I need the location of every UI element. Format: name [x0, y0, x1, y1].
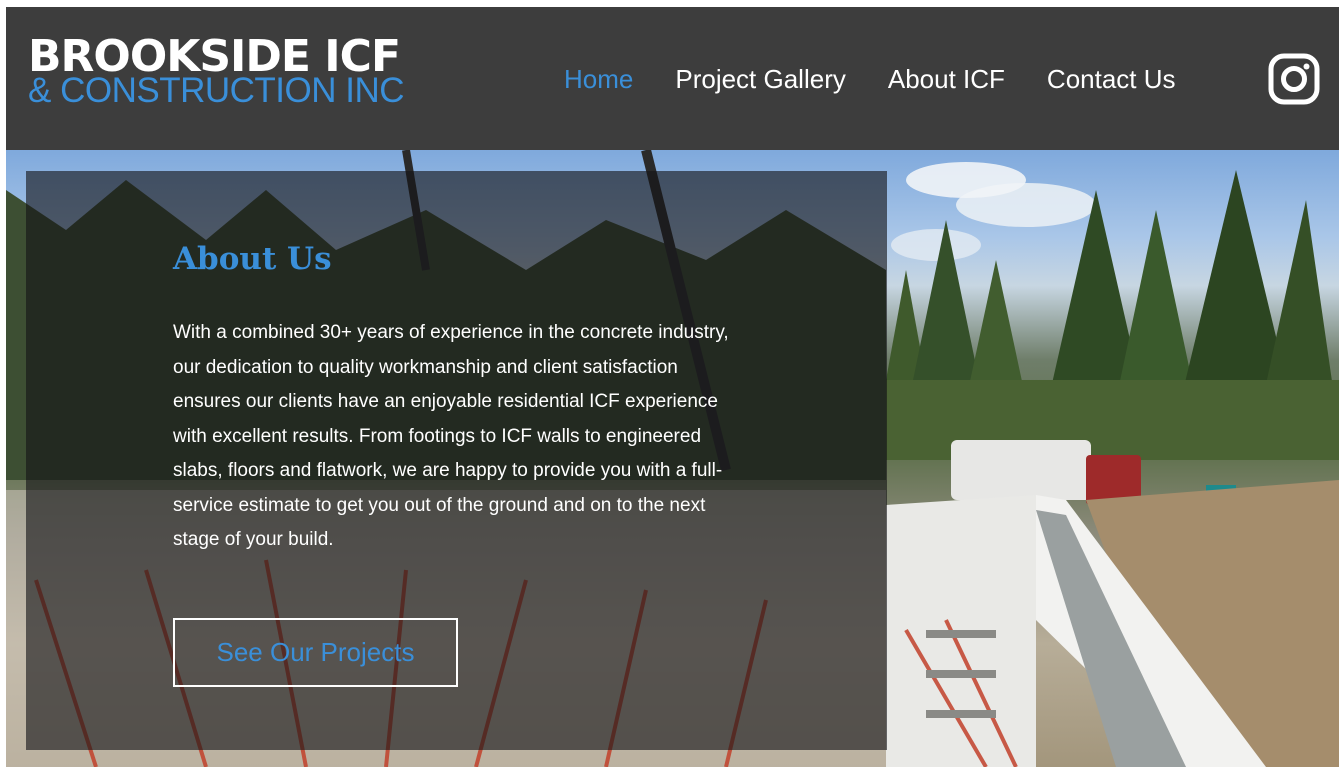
see-our-projects-button[interactable]: See Our Projects — [173, 618, 458, 687]
page: BROOKSIDE ICF & CONSTRUCTION INC Home Pr… — [6, 7, 1339, 767]
logo-subtitle: & CONSTRUCTION INC — [28, 71, 405, 110]
nav-project-gallery[interactable]: Project Gallery — [675, 64, 846, 95]
hero-section: About Us With a combined 30+ years of ex… — [6, 150, 1339, 767]
main-nav: Home Project Gallery About ICF Contact U… — [564, 59, 1218, 99]
about-heading: About Us — [173, 241, 332, 277]
nav-contact-us[interactable]: Contact Us — [1047, 64, 1176, 95]
instagram-icon[interactable] — [1268, 53, 1320, 105]
about-panel: About Us With a combined 30+ years of ex… — [26, 171, 887, 750]
nav-about-icf[interactable]: About ICF — [888, 64, 1005, 95]
nav-home[interactable]: Home — [564, 64, 633, 95]
about-description: With a combined 30+ years of experience … — [173, 322, 729, 550]
site-header: BROOKSIDE ICF & CONSTRUCTION INC Home Pr… — [6, 7, 1339, 150]
site-logo[interactable]: BROOKSIDE ICF & CONSTRUCTION INC — [28, 35, 428, 110]
